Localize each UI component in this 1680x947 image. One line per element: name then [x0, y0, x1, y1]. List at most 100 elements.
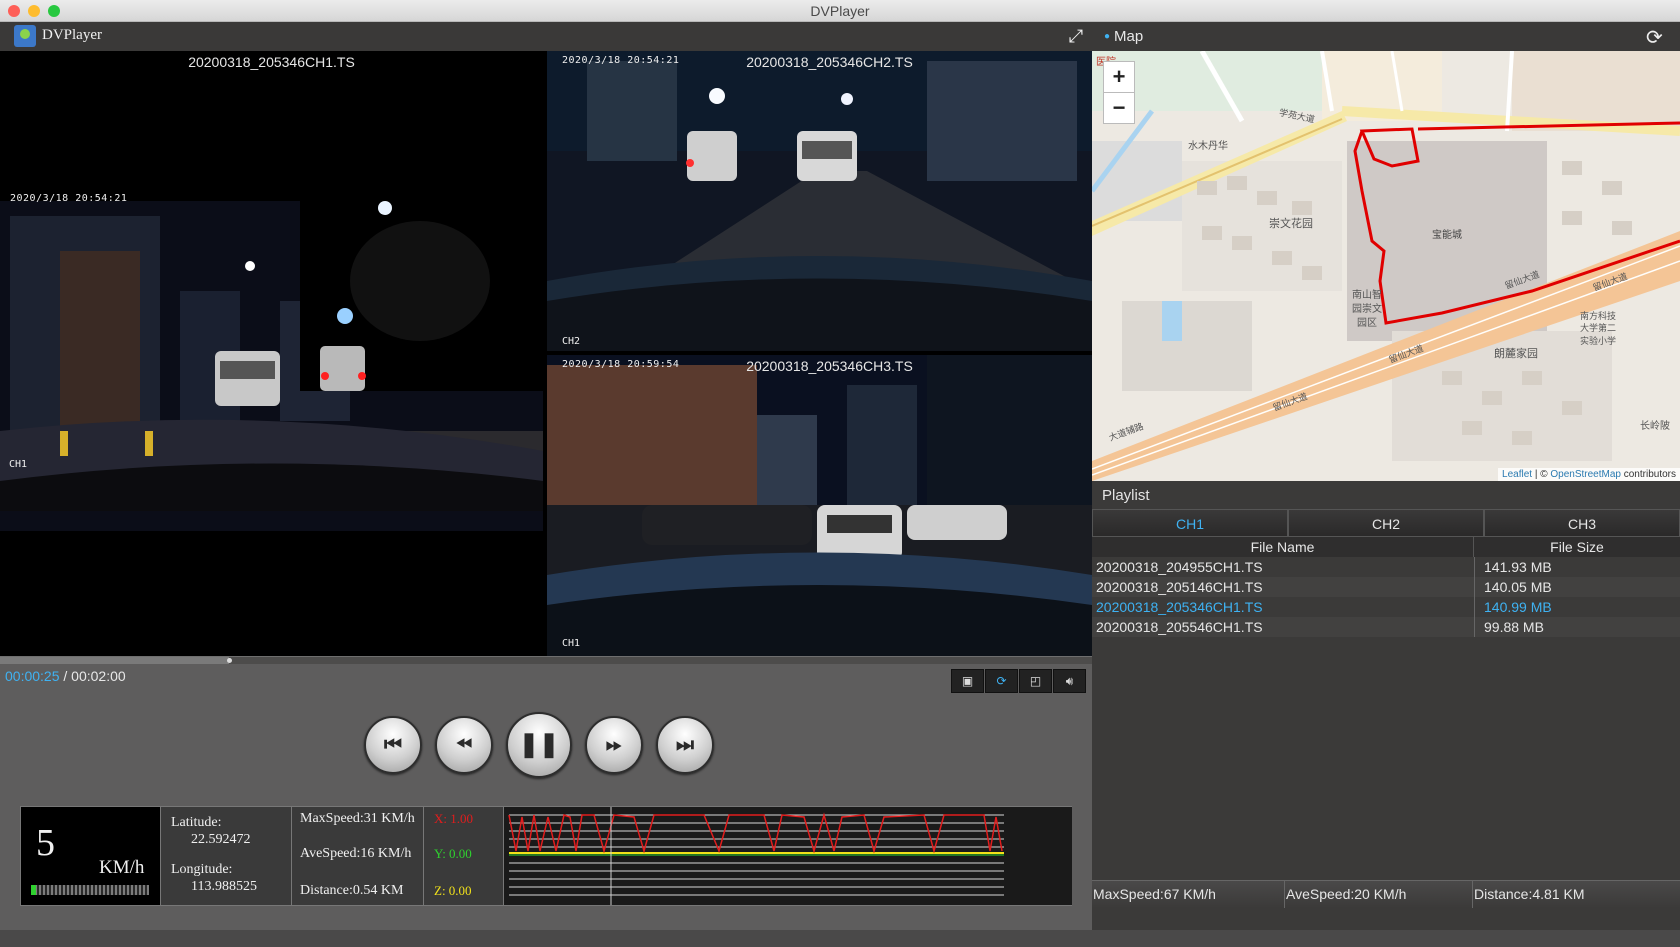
osm-link[interactable]: OpenStreetMap: [1550, 469, 1621, 480]
map-place-11: 长岭陂: [1640, 421, 1670, 432]
current-time: 00:00:25: [5, 668, 60, 684]
map-place-3: 宝能城: [1432, 230, 1462, 241]
leaflet-link[interactable]: Leaflet: [1502, 469, 1532, 480]
sync-icon[interactable]: ⟳: [985, 669, 1018, 693]
fast-forward-icon[interactable]: ⏩︎: [585, 716, 643, 774]
row-file-size: 99.88 MB: [1484, 619, 1544, 635]
map-place-2: 崇文花园: [1269, 218, 1313, 230]
app-logo-icon: [14, 25, 36, 47]
trip-stats-cell: MaxSpeed:31 KM/h AveSpeed:16 KM/h Distan…: [292, 807, 424, 905]
window-titlebar: DVPlayer: [0, 0, 1680, 22]
gsensor-plot: [508, 807, 1004, 905]
rewind-icon[interactable]: ⏪︎: [435, 716, 493, 774]
gsensor-x: X: 1.00: [434, 811, 473, 826]
video-top-right-timestamp: 2020/3/18 20:54:21: [562, 55, 680, 66]
progress-bar[interactable]: [0, 656, 1092, 664]
progress-fill: [0, 657, 230, 664]
tab-ch3[interactable]: CH3: [1484, 509, 1680, 537]
playlist-column-divider: [1474, 557, 1475, 637]
status-strip: [0, 930, 1680, 947]
gsensor-cell: X: 1.00 Y: 0.00 Z: 0.00: [424, 807, 504, 905]
fullscreen-icon[interactable]: ⤢: [1066, 26, 1086, 46]
pause-icon[interactable]: ❚❚: [506, 712, 572, 778]
video-main-channel: CH1: [9, 459, 28, 470]
video-main[interactable]: 20200318_205346CH1.TS 2020/3/18 20:54:21…: [0, 51, 543, 656]
playlist-rows: 20200318_204955CH1.TS 141.93 MB 20200318…: [1092, 557, 1680, 880]
refresh-icon[interactable]: ⟳: [1646, 25, 1663, 50]
video-bottom-right-timestamp: 2020/3/18 20:59:54: [562, 359, 680, 370]
playlist-row[interactable]: 20200318_205546CH1.TS 99.88 MB: [1092, 617, 1680, 637]
volume-icon[interactable]: 🔊︎: [1053, 669, 1086, 693]
playlist-row[interactable]: 20200318_205146CH1.TS 140.05 MB: [1092, 577, 1680, 597]
attribution-separator: | ©: [1532, 469, 1551, 480]
map-tiles: [1092, 51, 1680, 481]
trip-ave-speed: AveSpeed:16 KM/h: [300, 846, 412, 861]
video-bottom-right-frame: [547, 355, 1092, 656]
map-pin-icon: ●: [1104, 31, 1111, 42]
window-title: DVPlayer: [810, 3, 870, 19]
window-icon[interactable]: ◰: [1019, 669, 1052, 693]
longitude-label: Longitude:: [171, 862, 233, 877]
row-file-name: 20200318_205346CH1.TS: [1096, 599, 1263, 615]
gsensor-z: Z: 0.00: [434, 883, 472, 898]
latitude-value: 22.592472: [191, 832, 251, 847]
telemetry-strip: 5 KM/h Latitude: 22.592472 Longitude: 11…: [20, 806, 1072, 906]
playlist-row[interactable]: 20200318_204955CH1.TS 141.93 MB: [1092, 557, 1680, 577]
speed-meter: [31, 885, 149, 895]
video-bottom-right-channel: CH1: [562, 638, 581, 649]
video-main-timestamp: 2020/3/18 20:54:21: [10, 193, 128, 204]
map-zoom-out[interactable]: −: [1103, 92, 1135, 124]
time-separator: /: [59, 668, 72, 684]
map-title: ● Map: [1104, 28, 1143, 45]
total-time: 00:02:00: [71, 668, 126, 684]
map-place-4: 南山智: [1352, 290, 1382, 301]
row-file-name: 20200318_205546CH1.TS: [1096, 619, 1263, 635]
map-place-9: 大学第二: [1580, 323, 1617, 333]
playlist-tabs: CH1 CH2 CH3: [1092, 509, 1680, 537]
speed-unit: KM/h: [99, 857, 145, 878]
video-grid: 20200318_205346CH1.TS 2020/3/18 20:54:21…: [0, 51, 1092, 656]
app-name: DVPlayer: [42, 27, 102, 43]
coordinates-cell: Latitude: 22.592472 Longitude: 113.98852…: [161, 807, 292, 905]
video-top-right-channel: CH2: [562, 336, 581, 347]
image-icon[interactable]: ▣: [951, 669, 984, 693]
summary-ave-speed: AveSpeed:20 KM/h: [1285, 881, 1473, 908]
row-file-size: 140.05 MB: [1484, 579, 1552, 595]
video-bottom-right[interactable]: 20200318_205346CH3.TS 2020/3/18 20:59:54…: [547, 355, 1092, 656]
skip-next-icon[interactable]: ⏭︎: [656, 716, 714, 774]
column-file-name[interactable]: File Name: [1092, 537, 1474, 557]
gsensor-graph: [504, 807, 1072, 905]
video-main-frame: [0, 201, 543, 531]
longitude-value: 113.988525: [191, 879, 257, 894]
playlist-row-selected[interactable]: 20200318_205346CH1.TS 140.99 MB: [1092, 597, 1680, 617]
progress-handle[interactable]: [227, 658, 233, 663]
row-file-size: 140.99 MB: [1484, 599, 1552, 615]
row-file-name: 20200318_205146CH1.TS: [1096, 579, 1263, 595]
summary-distance: Distance:4.81 KM: [1473, 881, 1680, 908]
playlist-columns: File Name File Size: [1092, 537, 1680, 557]
tab-ch2[interactable]: CH2: [1288, 509, 1484, 537]
app-header: DVPlayer ⤢: [0, 22, 1092, 51]
attribution-suffix: contributors: [1620, 469, 1676, 480]
skip-previous-icon[interactable]: ⏮︎: [364, 716, 422, 774]
map-place-7: 朗麓家园: [1494, 348, 1538, 360]
control-panel: 00:00:25 / 00:02:00 ▣ ⟳ ◰ 🔊︎ ⏮︎ ⏪︎ ❚❚ ⏩︎…: [0, 664, 1092, 930]
row-file-name: 20200318_204955CH1.TS: [1096, 559, 1263, 575]
trip-distance: Distance:0.54 KM: [300, 883, 404, 898]
column-file-size[interactable]: File Size: [1474, 537, 1680, 557]
speed-meter-fill: [31, 885, 36, 895]
video-main-filename: 20200318_205346CH1.TS: [188, 54, 355, 70]
speed-cell: 5 KM/h: [21, 807, 161, 905]
trip-summary: MaxSpeed:67 KM/h AveSpeed:20 KM/h Distan…: [1092, 880, 1680, 908]
video-top-right[interactable]: 20200318_205346CH2.TS 2020/3/18 20:54:21…: [547, 51, 1092, 351]
latitude-label: Latitude:: [171, 815, 222, 830]
map-title-label: Map: [1114, 28, 1144, 45]
tab-ch1[interactable]: CH1: [1092, 509, 1288, 537]
playlist-title: Playlist: [1102, 487, 1150, 504]
map-attribution: Leaflet | © OpenStreetMap contributors: [1498, 468, 1680, 481]
map-zoom-in[interactable]: +: [1103, 61, 1135, 93]
video-top-right-frame: [547, 51, 1092, 351]
map-place-10: 实验小学: [1580, 336, 1617, 346]
map-view[interactable]: 水木丹华 崇文花园 宝能城 南山智 园崇文 园区 朗麓家园 南方科技 大学第二 …: [1092, 51, 1680, 481]
time-display: 00:00:25 / 00:02:00: [5, 668, 126, 684]
